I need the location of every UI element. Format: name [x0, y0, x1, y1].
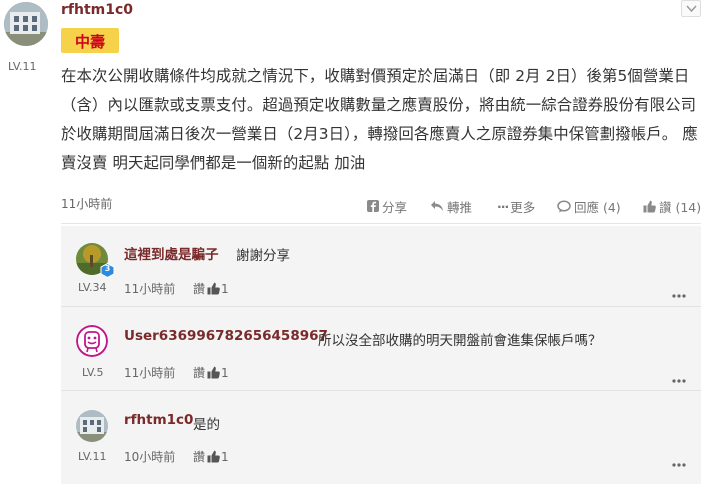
post-body-text: 在本次公開收購條件均成就之情況下，收購對價預定於屆滿日（即 2月 2日）後第5個…: [61, 67, 698, 172]
comment-like-count: 1: [221, 365, 229, 380]
comment-like-button[interactable]: 讚 1: [193, 448, 229, 465]
comment-timestamp: 10小時前: [124, 450, 176, 464]
comment-like-label: 讚: [193, 366, 206, 380]
post-timestamp: 11小時前: [61, 197, 113, 211]
comment-more-button[interactable]: [672, 368, 686, 387]
thumbs-up-icon: [207, 366, 220, 379]
comment-bubble-icon: [557, 199, 571, 212]
reply-button[interactable]: 回應 (4): [557, 197, 621, 215]
comment-username[interactable]: User636996782656458967: [124, 328, 328, 344]
like-label: 讚 (14): [659, 199, 702, 215]
post-divider: [61, 223, 701, 224]
comment-more-button[interactable]: [672, 452, 686, 471]
more-label: 更多: [510, 199, 536, 215]
comment-like-label: 讚: [193, 282, 206, 296]
thumbs-up-icon: [643, 200, 656, 212]
comment-like-count: 1: [221, 449, 229, 464]
comment-avatar[interactable]: [76, 325, 108, 357]
comment-username[interactable]: 這裡到處是騙子: [124, 243, 219, 263]
repost-label: 轉推: [447, 199, 473, 215]
post-options-dropdown[interactable]: [681, 0, 701, 17]
comments-section: [61, 226, 701, 484]
comment-divider: [61, 390, 701, 391]
comment-user-level: LV.5: [82, 366, 104, 379]
comment-text: 所以沒全部收購的明天開盤前會進集保帳戶嗎？: [318, 333, 602, 349]
more-dots-icon: [672, 379, 686, 383]
comment-user-level: LV.11: [78, 450, 107, 463]
comment-user-level: LV.34: [78, 281, 107, 294]
post-avatar[interactable]: [4, 2, 48, 46]
stock-tag-label: 中壽: [74, 33, 105, 51]
comment-like-button[interactable]: 讚 1: [193, 280, 229, 297]
comment-more-button[interactable]: [672, 283, 686, 302]
share-button[interactable]: 分享: [367, 197, 407, 215]
comment-like-label: 讚: [193, 450, 206, 464]
comment-avatar[interactable]: [76, 410, 108, 442]
comment-timestamp: 11小時前: [124, 366, 176, 380]
reply-label: 回應 (4): [574, 199, 621, 215]
comment-text: 是的: [193, 417, 220, 433]
repost-button[interactable]: 轉推: [430, 197, 472, 215]
comment-text: 謝謝分享: [236, 248, 290, 264]
vip-badge-icon: 3: [100, 262, 115, 279]
comment-timestamp: 11小時前: [124, 282, 176, 296]
thumbs-up-icon: [207, 450, 220, 463]
more-dots-icon: [672, 294, 686, 298]
thumbs-up-icon: [207, 282, 220, 295]
comment-like-count: 1: [221, 281, 229, 296]
reply-arrow-icon: [431, 201, 443, 211]
share-label: 分享: [382, 199, 408, 215]
like-button[interactable]: 讚 (14): [643, 197, 701, 215]
post-user-level: LV.11: [8, 60, 37, 73]
chevron-down-icon: [686, 5, 697, 13]
stock-tag-badge[interactable]: 中壽: [61, 28, 119, 53]
more-dots-icon: [672, 463, 686, 467]
comment-username[interactable]: rfhtm1c0: [124, 412, 193, 428]
facebook-icon: [367, 200, 379, 212]
comment-divider: [61, 306, 701, 307]
comment-like-button[interactable]: 讚 1: [193, 364, 229, 381]
more-dots-icon: ···: [497, 198, 509, 214]
more-button[interactable]: ··· 更多: [497, 197, 535, 215]
vip-badge-level: 3: [104, 264, 111, 273]
post-username[interactable]: rfhtm1c0: [61, 2, 133, 18]
